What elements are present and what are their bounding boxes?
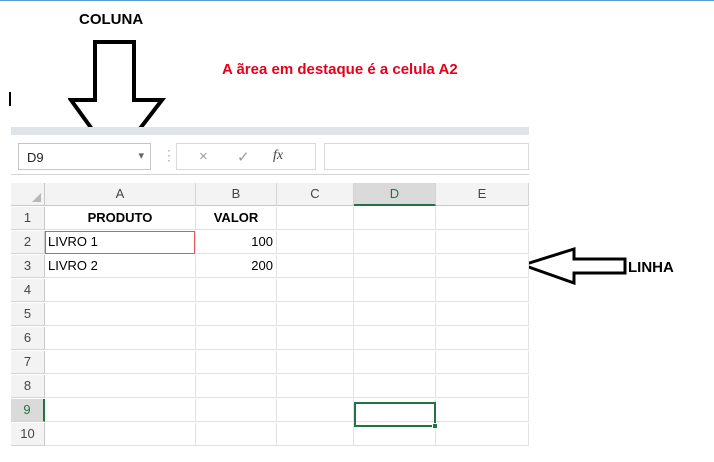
row-header-2[interactable]: 2 [11,231,45,254]
cell-a1[interactable]: PRODUTO [45,207,196,230]
formula-buttons: × ✓ fx [176,143,316,170]
cell-e4[interactable] [436,279,529,302]
cell-e2[interactable] [436,231,529,254]
name-box-value: D9 [27,150,44,165]
row-header-6[interactable]: 6 [11,327,45,350]
cell-c8[interactable] [277,375,354,398]
column-header-d[interactable]: D [354,183,436,206]
table-row: 6 [11,327,529,350]
column-header-c[interactable]: C [277,183,354,206]
table-row: 9 [11,399,529,422]
cell-a10[interactable] [45,423,196,446]
top-rule [0,0,714,1]
cell-b7[interactable] [196,351,277,374]
select-all-corner[interactable] [11,183,45,206]
enter-icon[interactable]: ✓ [237,148,250,166]
cell-c6[interactable] [277,327,354,350]
text-cursor [9,92,11,106]
cell-e1[interactable] [436,207,529,230]
row-header-5[interactable]: 5 [11,303,45,326]
cell-b4[interactable] [196,279,277,302]
cell-e3[interactable] [436,255,529,278]
cell-b2[interactable]: 100 [196,231,277,254]
table-row: 10 [11,423,529,446]
insert-function-icon[interactable]: fx [273,148,283,164]
cancel-icon[interactable]: × [199,148,208,165]
active-cell-selection[interactable] [354,402,438,429]
column-header-b[interactable]: B [196,183,277,206]
table-row: 4 [11,279,529,302]
cell-e6[interactable] [436,327,529,350]
cell-e8[interactable] [436,375,529,398]
cell-a7[interactable] [45,351,196,374]
table-row: 8 [11,375,529,398]
cell-e10[interactable] [436,423,529,446]
cell-a4[interactable] [45,279,196,302]
select-all-icon [32,193,41,202]
cell-d4[interactable] [354,279,436,302]
table-row: 7 [11,351,529,374]
left-arrow-icon [520,246,627,286]
annotation-destaque: A ãrea em destaque é a celula A2 [222,61,458,78]
cell-b8[interactable] [196,375,277,398]
cell-a9[interactable] [45,399,196,422]
cell-c2[interactable] [277,231,354,254]
cell-a6[interactable] [45,327,196,350]
cell-d2[interactable] [354,231,436,254]
cell-c7[interactable] [277,351,354,374]
cell-e9[interactable] [436,399,529,422]
formula-input[interactable] [324,143,529,170]
annotation-coluna: COLUNA [79,11,144,28]
cell-e7[interactable] [436,351,529,374]
cell-a5[interactable] [45,303,196,326]
row-header-4[interactable]: 4 [11,279,45,302]
table-row: 5 [11,303,529,326]
name-box[interactable]: D9 ▾ [18,143,151,170]
row-header-7[interactable]: 7 [11,351,45,374]
ribbon-edge [11,127,529,135]
fill-handle[interactable] [432,423,438,429]
excel-window: D9 ▾ ⋮ × ✓ fx A B C D E 1 PRODUTO VALOR 2 LIVRO 1… [11,127,529,462]
cell-d3[interactable] [354,255,436,278]
cell-b9[interactable] [196,399,277,422]
row-header-10[interactable]: 10 [11,423,45,446]
row-header-3[interactable]: 3 [11,255,45,278]
column-header-a[interactable]: A [45,183,196,206]
formula-bar-grip-icon[interactable]: ⋮ [162,147,176,164]
cell-c3[interactable] [277,255,354,278]
cell-a3[interactable]: LIVRO 2 [45,255,196,278]
cell-c4[interactable] [277,279,354,302]
cell-d5[interactable] [354,303,436,326]
chevron-down-icon[interactable]: ▾ [138,149,144,162]
formula-bar: D9 ▾ ⋮ × ✓ fx [11,135,529,175]
table-row: 3 LIVRO 2 200 [11,255,529,278]
cell-c10[interactable] [277,423,354,446]
cell-b10[interactable] [196,423,277,446]
cell-b5[interactable] [196,303,277,326]
cell-a8[interactable] [45,375,196,398]
cell-b6[interactable] [196,327,277,350]
cell-d1[interactable] [354,207,436,230]
cell-b1[interactable]: VALOR [196,207,277,230]
table-row: 1 PRODUTO VALOR [11,207,529,230]
row-header-9[interactable]: 9 [11,399,45,422]
cell-c1[interactable] [277,207,354,230]
cell-c9[interactable] [277,399,354,422]
row-header-8[interactable]: 8 [11,375,45,398]
cell-e5[interactable] [436,303,529,326]
cell-d8[interactable] [354,375,436,398]
cell-d7[interactable] [354,351,436,374]
cell-b3[interactable]: 200 [196,255,277,278]
column-header-e[interactable]: E [436,183,529,206]
annotation-linha: LINHA [628,259,674,276]
column-header-row: ABCDE [11,183,529,206]
cell-c5[interactable] [277,303,354,326]
row-header-1[interactable]: 1 [11,207,45,230]
highlighted-cell-a2 [45,231,195,254]
cell-d6[interactable] [354,327,436,350]
